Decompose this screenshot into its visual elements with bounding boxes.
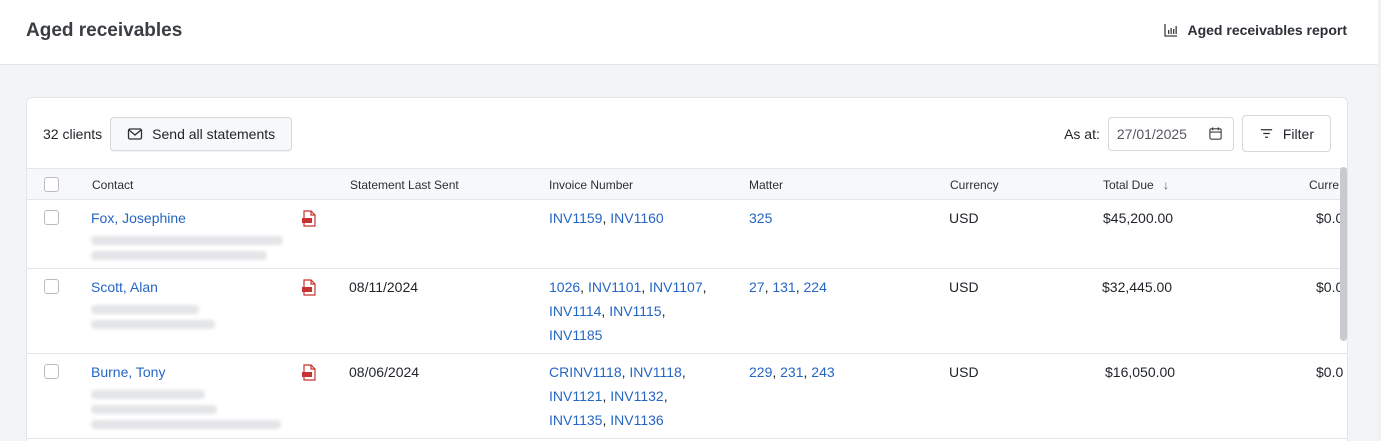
contact-link[interactable]: Burne, Tony (91, 364, 165, 380)
filter-label: Filter (1282, 125, 1314, 142)
redacted-contact-detail (91, 305, 199, 314)
currency-cell: USD (949, 364, 979, 380)
send-all-statements-button[interactable]: Send all statements (110, 117, 293, 151)
table-row: Fox, Josephine INV1159, INV1160 325 USD … (27, 200, 1347, 269)
invoice-number-cell: 1026, INV1101, INV1107, INV1114, INV1115… (549, 279, 707, 343)
as-at-date-input[interactable]: 27/01/2025 (1107, 116, 1234, 151)
matter-cell: 27, 131, 224 (749, 279, 827, 295)
redacted-contact-detail (91, 320, 215, 329)
matter-cell: 325 (749, 206, 772, 230)
filter-button[interactable]: Filter (1241, 115, 1331, 152)
report-link-label: Aged receivables report (1187, 22, 1347, 38)
redacted-contact-detail (91, 236, 283, 245)
mail-icon (128, 128, 143, 140)
column-header-currency[interactable]: Currency (950, 178, 999, 192)
statement-last-sent-cell: 08/11/2024 (349, 279, 419, 295)
invoice-link[interactable]: INV1118 (629, 364, 681, 380)
as-at-date-value: 27/01/2025 (1116, 125, 1187, 142)
invoice-link[interactable]: INV1185 (549, 327, 602, 343)
matter-link[interactable]: 231 (780, 364, 803, 380)
matter-link[interactable]: 229 (749, 364, 772, 380)
invoice-link[interactable]: INV1107 (649, 279, 702, 295)
matter-link[interactable]: 27 (749, 279, 765, 295)
pdf-statement-icon[interactable] (301, 210, 317, 227)
pdf-statement-icon[interactable] (301, 279, 317, 296)
page-title: Aged receivables (26, 20, 183, 41)
currency-cell: USD (949, 210, 979, 226)
matter-link[interactable]: 131 (772, 279, 795, 295)
matter-link[interactable]: 243 (811, 364, 834, 380)
contact-cell: Scott, Alan (91, 275, 215, 329)
contact-link[interactable]: Scott, Alan (91, 279, 158, 295)
column-header-statement-last-sent[interactable]: Statement Last Sent (350, 178, 459, 192)
row-checkbox[interactable] (44, 279, 59, 294)
total-due-label: Total Due (1103, 178, 1154, 192)
vertical-scrollbar[interactable] (1340, 167, 1347, 341)
receivables-table: Contact Statement Last Sent Invoice Numb… (27, 168, 1347, 439)
invoice-link[interactable]: CRINV1118 (549, 364, 622, 380)
total-due-cell: $16,050.00 (1105, 364, 1176, 380)
column-header-matter[interactable]: Matter (749, 178, 783, 192)
client-count: 32 clients (43, 126, 103, 142)
table-row: Scott, Alan 08/11/2024 1026, INV1101, IN… (27, 269, 1347, 354)
invoice-link[interactable]: 1026 (549, 279, 580, 295)
contact-cell: Burne, Tony (91, 360, 281, 429)
invoice-number-cell: INV1159, INV1160 (549, 210, 664, 226)
receivables-card: 32 clients Send all statements As at: 27… (26, 97, 1348, 441)
sort-descending-icon: ↓ (1163, 178, 1170, 192)
current-cell: $0.0 (1316, 364, 1344, 380)
table-row: Burne, Tony 08/06/2024 CRINV1118, INV111… (27, 354, 1347, 439)
matter-link[interactable]: 325 (749, 210, 772, 226)
contact-cell: Fox, Josephine (91, 206, 283, 260)
contact-link[interactable]: Fox, Josephine (91, 210, 186, 226)
filter-icon (1260, 129, 1272, 138)
total-due-cell: $45,200.00 (1103, 210, 1174, 226)
invoice-link[interactable]: INV1115 (609, 303, 661, 319)
invoice-number-cell: CRINV1118, INV1118, INV1121, INV1132, IN… (549, 364, 686, 428)
column-header-total-due[interactable]: Total Due ↓ (1103, 178, 1169, 192)
send-all-statements-label: Send all statements (152, 126, 276, 142)
select-all-checkbox[interactable] (44, 177, 59, 192)
invoice-link[interactable]: INV1132 (610, 388, 663, 404)
toolbar-left: 32 clients Send all statements (43, 117, 293, 151)
invoice-link[interactable]: INV1160 (610, 210, 663, 226)
as-at-label: As at: (1064, 125, 1100, 142)
matter-cell: 229, 231, 243 (749, 364, 835, 380)
total-due-cell: $32,445.00 (1102, 279, 1173, 295)
redacted-contact-detail (91, 390, 205, 399)
pdf-statement-icon[interactable] (301, 364, 317, 381)
calendar-icon[interactable] (1208, 126, 1223, 141)
row-checkbox[interactable] (44, 364, 59, 379)
row-checkbox[interactable] (44, 210, 59, 225)
bar-chart-icon (1164, 24, 1178, 37)
toolbar-right: As at: 27/01/2025 Filter (1064, 115, 1331, 152)
invoice-link[interactable]: INV1101 (588, 279, 641, 295)
invoice-link[interactable]: INV1114 (549, 303, 601, 319)
invoice-link[interactable]: INV1159 (549, 210, 602, 226)
invoice-link[interactable]: INV1135 (549, 412, 602, 428)
redacted-contact-detail (91, 405, 217, 414)
statement-last-sent-cell: 08/06/2024 (349, 364, 420, 380)
invoice-link[interactable]: INV1121 (549, 388, 602, 404)
column-header-contact[interactable]: Contact (92, 178, 133, 192)
column-header-invoice-number[interactable]: Invoice Number (549, 178, 633, 192)
aged-receivables-report-link[interactable]: Aged receivables report (1163, 22, 1347, 38)
redacted-contact-detail (91, 420, 281, 429)
invoice-link[interactable]: INV1136 (610, 412, 663, 428)
table-header: Contact Statement Last Sent Invoice Numb… (27, 168, 1347, 200)
matter-link[interactable]: 224 (804, 279, 827, 295)
column-header-current[interactable]: Curre (1309, 178, 1339, 192)
redacted-contact-detail (91, 251, 267, 260)
currency-cell: USD (949, 279, 979, 295)
top-bar: Aged receivables Aged receivables report (0, 0, 1381, 65)
